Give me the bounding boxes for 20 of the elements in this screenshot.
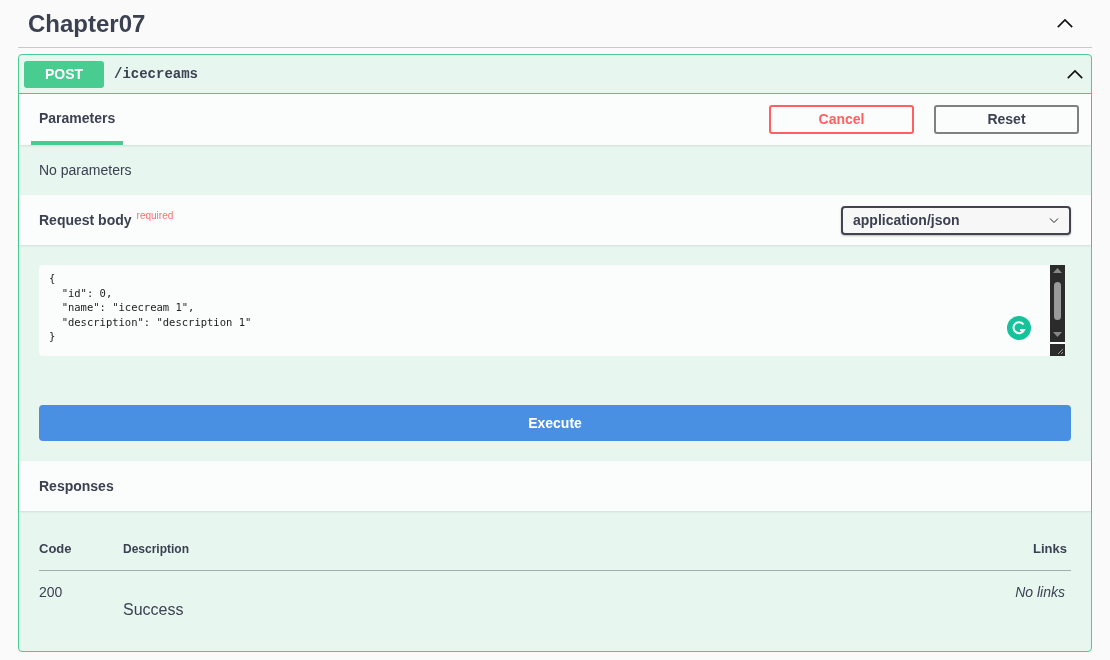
responses-title: Responses: [39, 476, 114, 496]
parameters-tab[interactable]: Parameters: [31, 94, 124, 145]
required-label: required: [136, 208, 174, 223]
column-header: Links: [1032, 539, 1068, 558]
method-badge: POST: [24, 60, 104, 88]
request-body-label: Request body: [39, 210, 132, 230]
dropdown-icon[interactable]: [1049, 216, 1059, 224]
section-title[interactable]: Chapter07: [28, 5, 146, 42]
collapse-icon[interactable]: [1066, 68, 1084, 80]
reset-button[interactable]: Reset: [934, 105, 1079, 134]
collapse-icon[interactable]: [1056, 18, 1074, 29]
endpoint-path: /icecreams: [114, 64, 198, 84]
column-header: Description: [123, 541, 190, 558]
content-type-select[interactable]: application/json: [841, 205, 1071, 235]
table-cell-text: Success: [123, 600, 185, 620]
column-header: Code: [39, 539, 73, 558]
table-cell-text: 200: [39, 583, 64, 602]
table-cell-text: No links: [1014, 583, 1066, 602]
no-parameters-text: No parameters: [39, 160, 132, 180]
scrollbar-drawing[interactable]: [1050, 265, 1065, 356]
